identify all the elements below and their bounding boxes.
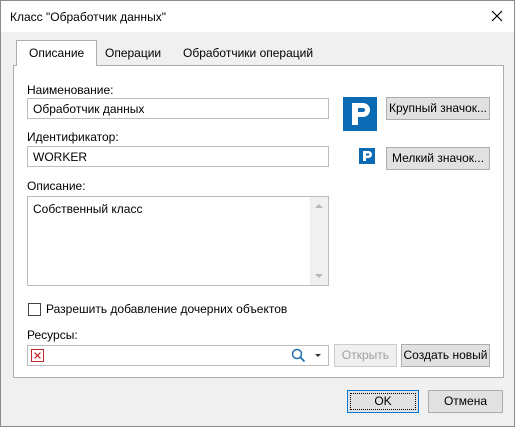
cancel-button[interactable]: Отмена (428, 390, 503, 413)
create-new-button[interactable]: Создать новый (401, 344, 490, 367)
tab-operation-handlers[interactable]: Обработчики операций (175, 42, 321, 64)
id-label: Идентификатор: (27, 130, 119, 144)
name-input[interactable]: Обработчик данных (27, 98, 329, 119)
allow-children-label: Разрешить добавление дочерних объектов (46, 302, 288, 316)
scroll-down-icon[interactable] (315, 274, 323, 278)
name-label: Наименование: (27, 83, 114, 97)
title-bar: Класс "Обработчик данных" (1, 1, 514, 32)
description-scrollbar[interactable] (310, 197, 328, 285)
scroll-up-icon[interactable] (315, 204, 323, 208)
allow-children-checkbox[interactable] (28, 303, 41, 316)
dialog-window: Класс "Обработчик данных" Описание Опера… (0, 0, 515, 427)
class-logo-small-icon (359, 148, 375, 164)
resources-combobox[interactable] (27, 345, 329, 366)
small-icon-button[interactable]: Мелкий значок... (386, 147, 490, 170)
open-button[interactable]: Открыть (334, 344, 397, 367)
resources-label: Ресурсы: (27, 328, 78, 342)
search-icon[interactable] (291, 348, 306, 363)
invalid-resource-icon (31, 349, 44, 362)
large-icon-button[interactable]: Крупный значок... (386, 97, 490, 120)
ok-button[interactable]: OK (347, 390, 419, 413)
close-icon[interactable] (488, 7, 506, 25)
tab-description[interactable]: Описание (16, 40, 98, 66)
class-logo-large-icon (343, 97, 377, 131)
dropdown-arrow-icon[interactable] (315, 354, 321, 357)
window-title: Класс "Обработчик данных" (10, 10, 166, 24)
id-input[interactable]: WORKER (27, 146, 329, 167)
tab-operations[interactable]: Операции (97, 42, 169, 64)
description-label: Описание: (27, 179, 86, 193)
description-text: Собственный класс (33, 202, 143, 216)
description-textarea[interactable]: Собственный класс (27, 196, 329, 286)
